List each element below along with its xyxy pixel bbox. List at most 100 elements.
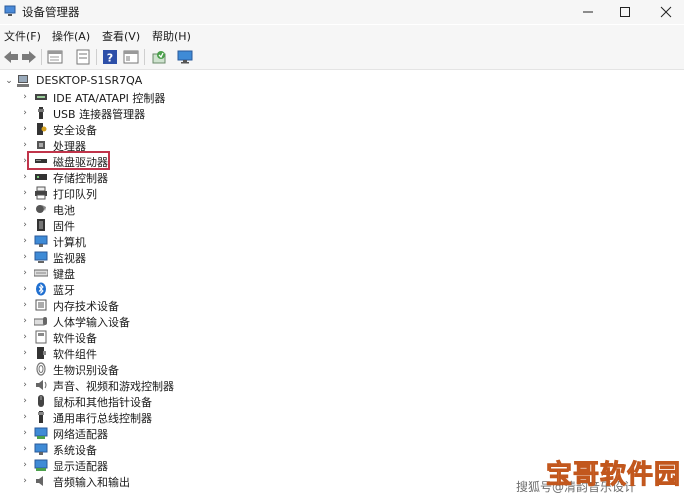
tree-node[interactable]: › 软件组件 [0, 345, 684, 361]
tree-node[interactable]: › 软件设备 [0, 329, 684, 345]
hid-icon [34, 317, 47, 326]
tree-node[interactable]: › 通用串行总线控制器 [0, 409, 684, 425]
scan-hardware-button[interactable] [150, 48, 168, 66]
tree-node-label: 存储控制器 [53, 172, 108, 185]
expand-chevron-icon[interactable]: › [20, 91, 30, 103]
tree-node[interactable]: › 计算机 [0, 233, 684, 249]
menu-file[interactable]: 文件(F) [4, 28, 41, 44]
printer-icon [35, 186, 47, 200]
expand-chevron-icon[interactable]: › [20, 411, 30, 423]
back-arrow-icon [4, 51, 18, 63]
maximize-icon [620, 7, 630, 17]
tree-node-label: 生物识别设备 [53, 364, 119, 377]
usb-icon [38, 107, 44, 119]
network-adapter-icon [34, 427, 48, 439]
update-driver-button[interactable] [74, 48, 92, 66]
watermark-logo-text: 宝哥软件园 [545, 460, 682, 491]
tree-node-label: 网络适配器 [53, 428, 108, 441]
tree-node[interactable]: › 人体学输入设备 [0, 313, 684, 329]
tree-node[interactable]: › 声音、视频和游戏控制器 [0, 377, 684, 393]
minimize-icon [583, 11, 593, 13]
monitor-button[interactable] [176, 48, 194, 66]
svg-text:?: ? [107, 52, 113, 65]
expand-chevron-icon[interactable]: › [20, 315, 30, 327]
properties-button[interactable] [46, 48, 64, 66]
tree-node[interactable]: › 电池 [0, 201, 684, 217]
expand-chevron-icon[interactable]: › [20, 347, 30, 359]
expand-chevron-icon[interactable]: › [20, 251, 30, 263]
tree-root[interactable]: ⌄ DESKTOP-S1SR7QA [0, 73, 684, 89]
tree-node[interactable]: › 存储控制器 [0, 169, 684, 185]
expand-chevron-icon[interactable]: › [20, 139, 30, 151]
tree-node[interactable]: › IDE ATA/ATAPI 控制器 [0, 89, 684, 105]
tree-node-label: 显示适配器 [53, 460, 108, 473]
tree-node[interactable]: › 鼠标和其他指针设备 [0, 393, 684, 409]
forward-arrow-icon [22, 51, 36, 63]
expand-chevron-icon[interactable]: › [20, 363, 30, 375]
device-manager-app-icon [4, 5, 16, 16]
tree-node-label: 键盘 [53, 268, 75, 281]
tree-node-label: 监视器 [53, 252, 86, 265]
tree-node[interactable]: › 固件 [0, 217, 684, 233]
expand-chevron-icon[interactable]: › [20, 235, 30, 247]
help-button[interactable]: ? [101, 48, 119, 66]
expand-chevron-icon[interactable]: › [20, 107, 30, 119]
expand-chevron-icon[interactable]: › [20, 379, 30, 391]
tree-node-label: 固件 [53, 220, 75, 233]
menu-action[interactable]: 操作(A) [52, 28, 90, 44]
tree-node[interactable]: › 安全设备 [0, 121, 684, 137]
firmware-icon [37, 219, 45, 231]
tree-node-label: 安全设备 [53, 124, 97, 137]
expand-chevron-icon[interactable]: › [20, 123, 30, 135]
toolbar-separator [144, 49, 145, 65]
expand-chevron-icon[interactable]: › [20, 395, 30, 407]
help-icon: ? [103, 50, 117, 65]
tree-node[interactable]: › 监视器 [0, 249, 684, 265]
tree-node[interactable]: › 生物识别设备 [0, 361, 684, 377]
tree-node[interactable]: › 键盘 [0, 265, 684, 281]
view-button[interactable] [122, 48, 140, 66]
highlight-annotation-box [27, 151, 110, 170]
back-button[interactable] [2, 48, 20, 66]
close-button[interactable] [644, 0, 684, 24]
software-device-icon [35, 330, 47, 344]
expand-chevron-icon[interactable]: › [20, 299, 30, 311]
security-device-icon [37, 123, 47, 135]
expand-chevron-icon[interactable]: › [20, 283, 30, 295]
collapse-chevron-icon[interactable]: ⌄ [4, 75, 14, 87]
expand-chevron-icon[interactable]: › [20, 331, 30, 343]
tree-node[interactable]: › 内存技术设备 [0, 297, 684, 313]
expand-chevron-icon[interactable]: › [20, 171, 30, 183]
expand-chevron-icon[interactable]: › [20, 475, 30, 487]
watermark-logo: 宝哥软件园 [540, 452, 682, 494]
properties-icon [47, 50, 63, 64]
tree-node[interactable]: › 打印队列 [0, 185, 684, 201]
menu-help[interactable]: 帮助(H) [152, 28, 191, 44]
window-title: 设备管理器 [22, 5, 80, 19]
tree-node-label: 软件设备 [53, 332, 97, 345]
battery-icon [36, 205, 46, 213]
expand-chevron-icon[interactable]: › [20, 203, 30, 215]
expand-chevron-icon[interactable]: › [20, 443, 30, 455]
tree-node[interactable]: › USB 连接器管理器 [0, 105, 684, 121]
forward-button[interactable] [20, 48, 38, 66]
monitor-icon [177, 50, 193, 64]
toolbar-separator [96, 49, 97, 65]
memory-device-icon [35, 299, 47, 311]
maximize-button[interactable] [603, 0, 647, 24]
device-tree[interactable]: ⌄ DESKTOP-S1SR7QA › IDE ATA/ATAPI 控制器 › … [0, 70, 684, 500]
tree-node[interactable]: › 网络适配器 [0, 425, 684, 441]
expand-chevron-icon[interactable]: › [20, 459, 30, 471]
expand-chevron-icon[interactable]: › [20, 187, 30, 199]
software-component-icon [37, 347, 46, 359]
expand-chevron-icon[interactable]: › [20, 267, 30, 279]
tree-node-label: 声音、视频和游戏控制器 [53, 380, 174, 393]
tree-root-label: DESKTOP-S1SR7QA [36, 74, 143, 87]
tree-node[interactable]: › 蓝牙 [0, 281, 684, 297]
menu-view[interactable]: 查看(V) [102, 28, 140, 44]
expand-chevron-icon[interactable]: › [20, 219, 30, 231]
tree-node-label: USB 连接器管理器 [53, 108, 146, 121]
tree-node-label: 蓝牙 [53, 284, 75, 297]
expand-chevron-icon[interactable]: › [20, 427, 30, 439]
tree-node-label: 软件组件 [53, 348, 97, 361]
